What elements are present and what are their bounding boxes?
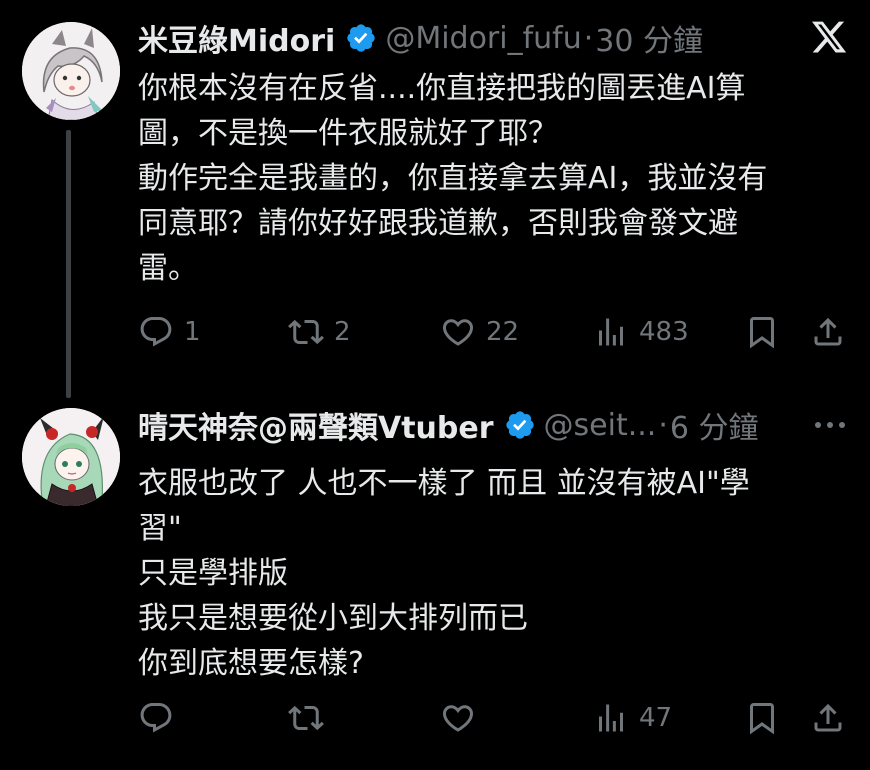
views-icon [593, 700, 629, 736]
tweet[interactable]: 晴天神奈@兩聲類Vtuber @seit... · 6 分鐘 衣服也改了 人也不… [0, 385, 870, 770]
repost-icon [288, 700, 324, 736]
more-icon[interactable] [812, 415, 848, 435]
like-button[interactable]: 22 [440, 312, 519, 352]
share-button[interactable] [810, 698, 846, 738]
bookmark-icon [744, 314, 780, 350]
verified-badge-icon[interactable] [345, 22, 377, 54]
repost-button[interactable]: 2 [288, 312, 351, 352]
like-icon [440, 700, 476, 736]
share-button[interactable] [810, 312, 846, 352]
x-logo-icon[interactable] [810, 18, 848, 56]
thread-connector-line [66, 130, 71, 398]
like-count: 22 [486, 317, 520, 347]
display-name[interactable]: 米豆綠Midori [138, 16, 335, 60]
like-button[interactable] [440, 698, 486, 738]
like-icon [440, 314, 476, 350]
repost-count: 2 [334, 317, 351, 347]
reply-icon [138, 700, 174, 736]
repost-icon [288, 314, 324, 350]
share-icon [810, 314, 846, 350]
bookmark-button[interactable] [744, 698, 780, 738]
views-count: 47 [639, 703, 673, 733]
handle[interactable]: @seit... [544, 408, 657, 443]
avatar[interactable] [22, 408, 120, 506]
repost-button[interactable] [288, 698, 334, 738]
tweet-header: 米豆綠Midori @Midori_fufu · 30 分鐘 [138, 16, 703, 60]
action-bar: 1 2 22 483 [138, 312, 850, 352]
bookmark-icon [744, 700, 780, 736]
share-icon [810, 700, 846, 736]
reply-button[interactable] [138, 698, 184, 738]
reply-button[interactable]: 1 [138, 312, 201, 352]
timestamp[interactable]: 30 分鐘 [595, 16, 703, 60]
views-count: 483 [639, 317, 689, 347]
views-icon [593, 314, 629, 350]
avatar[interactable] [22, 22, 120, 120]
views-button[interactable]: 47 [593, 698, 672, 738]
action-bar: 47 [138, 698, 850, 738]
reply-count: 1 [184, 317, 201, 347]
display-name[interactable]: 晴天神奈@兩聲類Vtuber [138, 403, 494, 447]
separator-dot: · [658, 407, 668, 443]
tweet-text: 你根本沒有在反省....你直接把我的圖丟進AI算 圖，不是換一件衣服就好了耶？ … [138, 71, 768, 286]
tweet-text: 衣服也改了 人也不一樣了 而且 並沒有被AI"學 習" 只是學排版 我只是想要從… [138, 466, 750, 681]
timestamp[interactable]: 6 分鐘 [670, 403, 759, 447]
handle[interactable]: @Midori_fufu [385, 21, 581, 56]
bookmark-button[interactable] [744, 312, 780, 352]
views-button[interactable]: 483 [593, 312, 689, 352]
separator-dot: · [583, 20, 594, 56]
tweet[interactable]: 米豆綠Midori @Midori_fufu · 30 分鐘 你根本沒有在反省.… [0, 0, 870, 398]
tweet-header: 晴天神奈@兩聲類Vtuber @seit... · 6 分鐘 [138, 403, 759, 447]
verified-badge-icon[interactable] [504, 409, 536, 441]
reply-icon [138, 314, 174, 350]
